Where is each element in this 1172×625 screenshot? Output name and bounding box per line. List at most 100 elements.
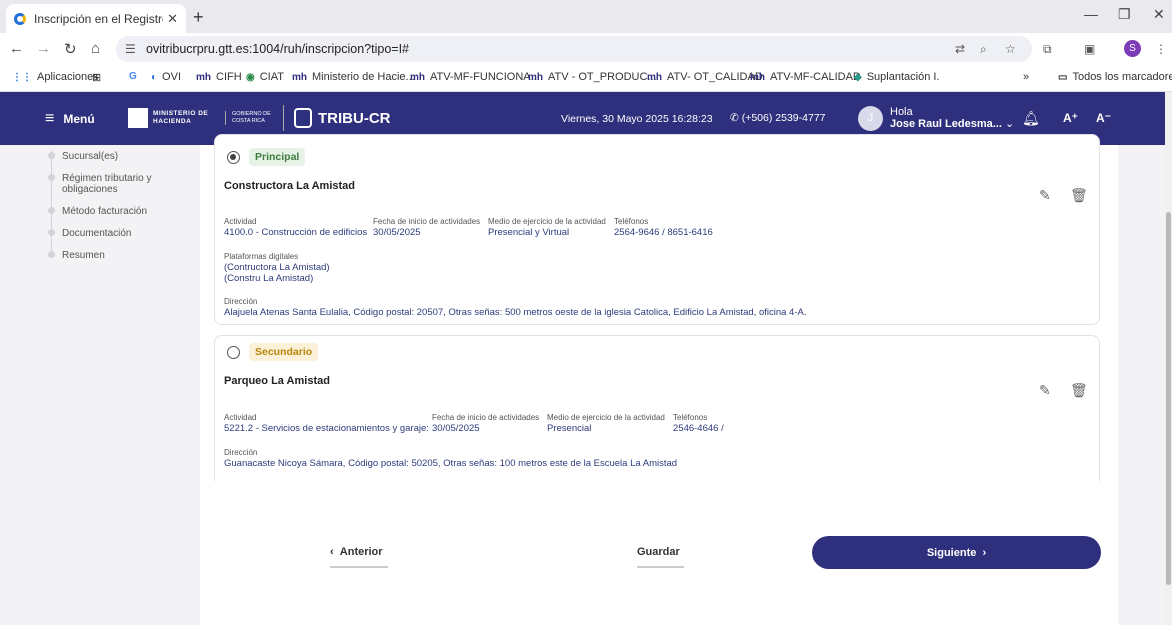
- step-resumen[interactable]: Resumen: [62, 250, 105, 261]
- plataforma-item: (Contructora La Amistad): [224, 262, 330, 273]
- actividad-label: Actividad: [224, 217, 257, 226]
- close-tab-icon[interactable]: ✕: [167, 11, 178, 27]
- branch-radio[interactable]: [227, 346, 240, 359]
- google-icon[interactable]: G: [129, 71, 142, 82]
- delete-icon[interactable]: 🗑︎: [1070, 382, 1088, 399]
- tribu-hex-icon: [294, 108, 312, 128]
- font-decrease-button[interactable]: A⁻: [1096, 111, 1111, 125]
- telefonos-value: 2546-4646 /: [673, 423, 724, 434]
- delete-icon[interactable]: 🗑︎: [1070, 187, 1088, 204]
- restore-icon[interactable]: ❐: [1118, 6, 1131, 23]
- site-info-icon[interactable]: ☰: [125, 42, 136, 56]
- browser-tabstrip: Inscripción en el Registro Únicc ✕ + — ❐…: [0, 0, 1172, 33]
- branch-name: Parqueo La Amistad: [224, 375, 330, 387]
- address-bar[interactable]: ☰ ovitribucrpru.gtt.es:1004/ruh/inscripc…: [116, 36, 1032, 62]
- telefonos-label: Teléfonos: [673, 413, 708, 422]
- scrollbar-thumb[interactable]: [1166, 212, 1171, 585]
- forward-icon[interactable]: →: [36, 40, 51, 57]
- minimize-icon[interactable]: —: [1084, 6, 1098, 22]
- chevron-down-icon: ⌄: [1004, 118, 1015, 130]
- user-menu[interactable]: Hola Jose Raul Ledesma... ⌄: [890, 106, 1014, 130]
- reload-icon[interactable]: ↻: [64, 40, 77, 58]
- folder-icon: ▭: [1058, 71, 1068, 83]
- step-dot: [48, 174, 55, 181]
- bookmark-item[interactable]: ▭ Todos los marcadores: [1058, 71, 1172, 83]
- bookmark-item[interactable]: mh ATV- OT_CALIDAD: [647, 71, 763, 83]
- step-sucursales[interactable]: Sucursal(es): [62, 151, 118, 162]
- step-dot: [48, 207, 55, 214]
- save-button[interactable]: Guardar: [637, 546, 684, 568]
- branch-radio[interactable]: [227, 151, 240, 164]
- direccion-value: Guanacaste Nicoya Sámara, Código postal:…: [224, 458, 678, 469]
- next-button[interactable]: Siguiente ›: [812, 536, 1101, 569]
- fecha-value: 30/05/2025: [373, 227, 421, 238]
- url-text: ovitribucrpru.gtt.es:1004/ruh/inscripcio…: [146, 42, 409, 56]
- status-badge: Secundario: [249, 343, 319, 361]
- plataforma-item: (Constru La Amistad): [224, 273, 314, 284]
- actividad-value: 5221.2 - Servicios de estacionamientos y…: [224, 423, 429, 434]
- datetime: Viernes, 30 Mayo 2025 16:28:23: [561, 113, 713, 125]
- extensions-icon[interactable]: ⧉: [1043, 42, 1052, 57]
- menu-button[interactable]: ≡ Menú: [45, 110, 95, 128]
- font-increase-button[interactable]: A⁺: [1063, 111, 1078, 125]
- direccion-value: Alajuela Atenas Santa Eulalia, Código po…: [224, 307, 807, 318]
- bookmark-item[interactable]: ⋮⋮ Aplicaciones: [12, 71, 99, 83]
- telefonos-label: Teléfonos: [614, 217, 649, 226]
- gobierno-logo: GOBIERNO DE COSTA RICA: [225, 111, 281, 125]
- back-icon[interactable]: ←: [9, 40, 24, 57]
- home-icon[interactable]: ⌂: [91, 40, 100, 57]
- branch-card: Principal Constructora La Amistad ✎ 🗑︎ A…: [214, 134, 1100, 325]
- edit-icon[interactable]: ✎: [1039, 187, 1051, 204]
- bookmark-grid-icon[interactable]: ⊞: [92, 71, 101, 84]
- edit-icon[interactable]: ✎: [1039, 382, 1051, 399]
- bookmark-item[interactable]: mh ATV-MF-CALIDAD: [750, 71, 861, 83]
- browser-toolbar: ← → ↻ ⌂ ☰ ovitribucrpru.gtt.es:1004/ruh/…: [0, 33, 1172, 65]
- profile-avatar[interactable]: S: [1124, 40, 1141, 57]
- user-avatar[interactable]: J: [858, 106, 883, 131]
- actividad-label: Actividad: [224, 413, 257, 422]
- bookmark-item[interactable]: mh ATV - OT_PRODUC...: [528, 71, 657, 83]
- telefonos-value: 2564-9646 / 8651-6416: [614, 227, 713, 238]
- phone-contact[interactable]: ✆ (+506) 2539-4777: [730, 112, 826, 124]
- branch-name: Constructora La Amistad: [224, 180, 356, 192]
- bookmark-item[interactable]: mh ATV-MF-FUNCIONA...: [410, 71, 540, 83]
- browser-tab[interactable]: Inscripción en el Registro Únicc ✕: [6, 4, 186, 33]
- chevron-left-icon: ‹: [330, 546, 340, 558]
- bookmark-star-icon[interactable]: ☆: [1005, 42, 1016, 56]
- plataformas-label: Plataformas digitales: [224, 252, 299, 261]
- bookmark-item[interactable]: ◐ OVI: [151, 71, 181, 83]
- step-documentacion[interactable]: Documentación: [62, 228, 131, 239]
- hamburger-icon: ≡: [45, 110, 55, 127]
- chrome-menu-icon[interactable]: ⋮: [1155, 42, 1167, 56]
- translate-icon[interactable]: ⇄: [955, 42, 965, 56]
- apps-grid-icon: ⋮⋮: [12, 71, 32, 83]
- step-dot: [48, 251, 55, 258]
- branch-card: Secundario Parqueo La Amistad ✎ 🗑︎ Activ…: [214, 335, 1100, 481]
- step-metodo-facturacion[interactable]: Método facturación: [62, 206, 147, 217]
- fecha-label: Fecha de inicio de actividades: [373, 217, 481, 226]
- bookmark-item[interactable]: ◆ Suplantación I.: [854, 71, 939, 83]
- fecha-value: 30/05/2025: [432, 423, 480, 434]
- bell-icon[interactable]: 🔔︎: [1022, 110, 1040, 127]
- medio-label: Medio de ejercicio de la actividad: [488, 217, 606, 226]
- previous-button[interactable]: ‹ Anterior: [330, 546, 388, 568]
- direccion-label: Dirección: [224, 297, 258, 306]
- close-window-icon[interactable]: ✕: [1153, 6, 1165, 23]
- tribu-logo: TRIBU-CR: [283, 105, 391, 131]
- bookmark-item[interactable]: ◉ CIAT: [246, 71, 284, 83]
- more-bookmarks-icon[interactable]: »: [1023, 71, 1029, 83]
- medio-label: Medio de ejercicio de la actividad: [547, 413, 665, 422]
- reading-mode-icon[interactable]: ▣: [1084, 42, 1095, 56]
- new-tab-icon[interactable]: +: [193, 7, 204, 28]
- tab-title: Inscripción en el Registro Únicc: [34, 11, 163, 26]
- step-dot: [48, 152, 55, 159]
- step-regimen[interactable]: Régimen tributario y obligaciones: [62, 173, 172, 195]
- ministerio-logo: MINISTERIO DE HACIENDA: [128, 108, 213, 128]
- actividad-value: 4100.0 - Construcción de edificios: [224, 227, 368, 238]
- bookmark-item[interactable]: mh CIFH: [196, 71, 242, 83]
- zoom-icon[interactable]: ⌕: [980, 42, 987, 57]
- steps-sidebar: [0, 145, 200, 625]
- step-dot: [48, 229, 55, 236]
- direccion-label: Dirección: [224, 448, 258, 457]
- bookmark-item[interactable]: mh Ministerio de Hacie...: [292, 71, 415, 83]
